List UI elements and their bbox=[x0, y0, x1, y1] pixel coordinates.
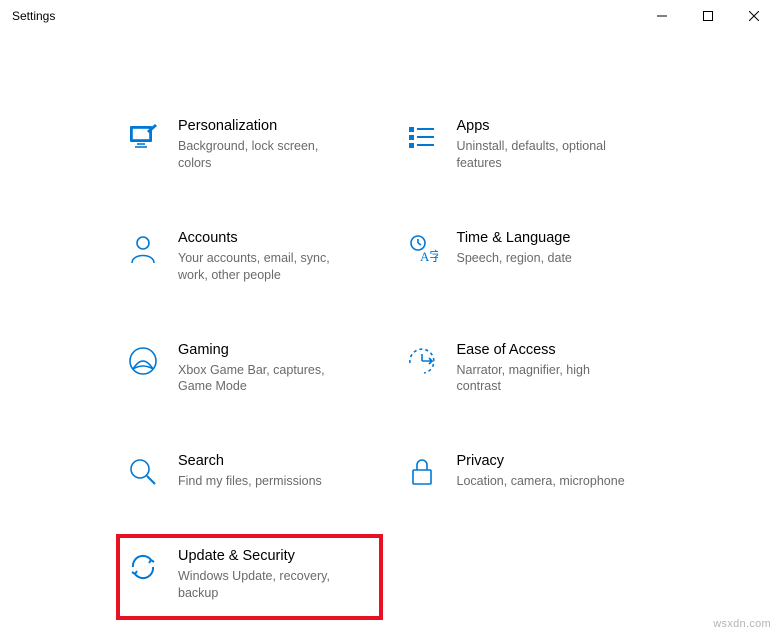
gaming-icon bbox=[126, 344, 160, 378]
personalization-icon bbox=[126, 120, 160, 154]
category-accounts[interactable]: Accounts Your accounts, email, sync, wor… bbox=[120, 224, 379, 290]
category-desc: Uninstall, defaults, optional features bbox=[457, 138, 627, 172]
category-title: Apps bbox=[457, 118, 627, 134]
category-title: Gaming bbox=[178, 342, 348, 358]
category-desc: Xbox Game Bar, captures, Game Mode bbox=[178, 362, 348, 396]
update-security-icon bbox=[126, 550, 160, 584]
minimize-button[interactable] bbox=[639, 0, 685, 32]
search-icon bbox=[126, 455, 160, 489]
category-desc: Your accounts, email, sync, work, other … bbox=[178, 250, 348, 284]
category-search[interactable]: Search Find my files, permissions bbox=[120, 447, 379, 496]
category-desc: Find my files, permissions bbox=[178, 473, 348, 490]
ease-of-access-icon bbox=[405, 344, 439, 378]
category-ease-of-access[interactable]: Ease of Access Narrator, magnifier, high… bbox=[399, 336, 658, 402]
category-title: Personalization bbox=[178, 118, 348, 134]
category-desc: Narrator, magnifier, high contrast bbox=[457, 362, 627, 396]
window-controls bbox=[639, 0, 777, 32]
category-desc: Speech, region, date bbox=[457, 250, 627, 267]
category-privacy[interactable]: Privacy Location, camera, microphone bbox=[399, 447, 658, 496]
category-time-language[interactable]: A字 Time & Language Speech, region, date bbox=[399, 224, 658, 290]
accounts-icon bbox=[126, 232, 160, 266]
time-language-icon: A字 bbox=[405, 232, 439, 266]
category-desc: Windows Update, recovery, backup bbox=[178, 568, 348, 602]
svg-text:A字: A字 bbox=[420, 249, 438, 264]
category-update-security[interactable]: Update & Security Windows Update, recove… bbox=[116, 534, 383, 620]
category-personalization[interactable]: Personalization Background, lock screen,… bbox=[120, 112, 379, 178]
watermark: wsxdn.com bbox=[713, 618, 771, 630]
titlebar: Settings bbox=[0, 0, 777, 32]
category-desc: Location, camera, microphone bbox=[457, 473, 627, 490]
category-title: Ease of Access bbox=[457, 342, 627, 358]
close-button[interactable] bbox=[731, 0, 777, 32]
category-title: Privacy bbox=[457, 453, 627, 469]
category-title: Time & Language bbox=[457, 230, 627, 246]
apps-icon bbox=[405, 120, 439, 154]
settings-categories: Personalization Background, lock screen,… bbox=[0, 32, 777, 612]
category-title: Search bbox=[178, 453, 348, 469]
category-gaming[interactable]: Gaming Xbox Game Bar, captures, Game Mod… bbox=[120, 336, 379, 402]
privacy-icon bbox=[405, 455, 439, 489]
window-title: Settings bbox=[12, 9, 639, 23]
maximize-button[interactable] bbox=[685, 0, 731, 32]
category-title: Update & Security bbox=[178, 548, 348, 564]
category-desc: Background, lock screen, colors bbox=[178, 138, 348, 172]
category-title: Accounts bbox=[178, 230, 348, 246]
category-apps[interactable]: Apps Uninstall, defaults, optional featu… bbox=[399, 112, 658, 178]
